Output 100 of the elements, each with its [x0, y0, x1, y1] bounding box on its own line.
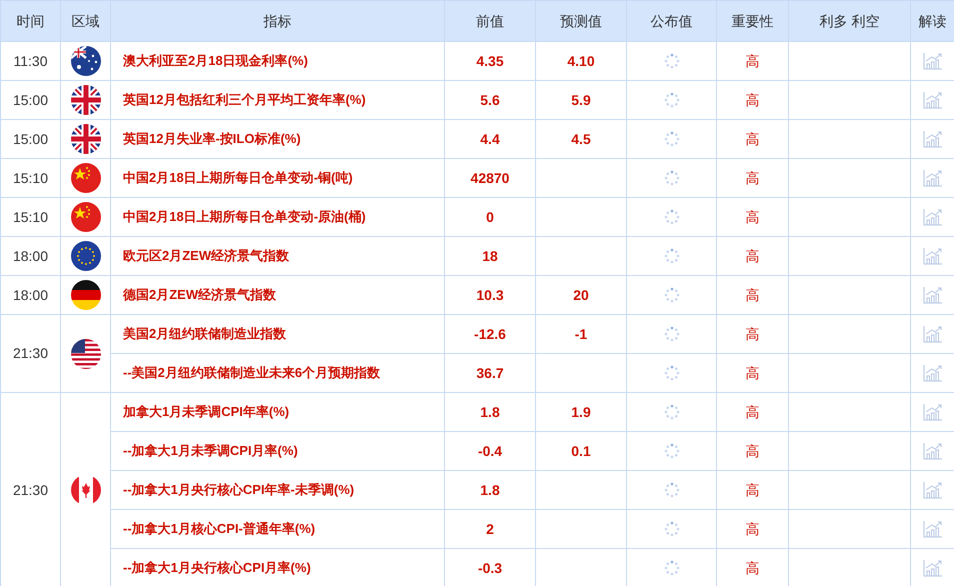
loading-icon [664, 53, 680, 69]
column-header: 利多 利空 [788, 0, 910, 42]
importance-text: 高 [746, 170, 760, 186]
column-header: 区域 [60, 0, 110, 42]
time-text: 15:00 [12, 92, 48, 108]
previous-value: -12.6 [474, 326, 506, 342]
column-header: 重要性 [716, 0, 788, 42]
previous-value: 4.4 [480, 130, 500, 146]
loading-icon [664, 287, 680, 303]
importance-text: 高 [746, 560, 760, 576]
loading-icon [664, 482, 680, 498]
previous-value: 18 [482, 248, 498, 264]
forecast-value: 4.5 [571, 130, 591, 146]
time-text: 15:10 [12, 170, 48, 186]
previous-value: 1.8 [480, 404, 500, 420]
indicator-text: --加拿大1月核心CPI-普通年率(%) [123, 521, 316, 536]
chart-icon[interactable] [922, 442, 942, 460]
column-header: 公布值 [626, 0, 716, 42]
flag-icon [70, 124, 100, 154]
loading-icon [664, 560, 680, 576]
indicator-text: 澳大利亚至2月18日现金利率(%) [123, 53, 308, 68]
chart-icon[interactable] [922, 286, 942, 304]
importance-text: 高 [746, 326, 760, 342]
indicator-text: 中国2月18日上期所每日仓单变动-原油(桶) [123, 209, 366, 224]
previous-value: 0 [486, 208, 494, 224]
time-text: 18:00 [12, 286, 48, 302]
column-header: 指标 [110, 0, 444, 42]
importance-text: 高 [746, 52, 760, 68]
forecast-value: 5.9 [571, 92, 591, 108]
time-text: 18:00 [12, 248, 48, 264]
loading-icon [664, 326, 680, 342]
chart-icon[interactable] [922, 130, 942, 148]
loading-icon [664, 404, 680, 420]
previous-value: -0.4 [478, 442, 502, 458]
loading-icon [664, 521, 680, 537]
indicator-text: 加拿大1月未季调CPI年率(%) [123, 404, 290, 420]
chart-icon[interactable] [922, 52, 942, 70]
indicator-text: 英国12月失业率-按ILO标准(%) [123, 131, 301, 146]
chart-icon[interactable] [922, 520, 942, 538]
indicator-text: 欧元区2月ZEW经济景气指数 [123, 248, 290, 264]
indicator-text: 英国12月包括红利三个月平均工资年率(%) [123, 92, 366, 108]
column-header: 时间 [0, 0, 60, 42]
column-header: 前值 [444, 0, 536, 42]
importance-text: 高 [746, 208, 760, 224]
indicator-text: --加拿大1月未季调CPI月率(%) [123, 443, 298, 458]
column-header: 预测值 [536, 0, 626, 42]
indicator-text: --加拿大1月央行核心CPI月率(%) [123, 560, 311, 576]
indicator-text: --美国2月纽约联储制造业未来6个月预期指数 [123, 365, 380, 380]
time-text: 15:00 [12, 130, 48, 146]
chart-icon[interactable] [922, 559, 942, 577]
indicator-text: 中国2月18日上期所每日仓单变动-铜(吨) [123, 170, 353, 186]
chart-icon[interactable] [922, 481, 942, 499]
importance-text: 高 [746, 404, 760, 420]
flag-icon [70, 163, 100, 193]
previous-value: 36.7 [476, 364, 504, 380]
previous-value: -0.3 [478, 560, 502, 576]
chart-icon[interactable] [922, 325, 942, 343]
chart-icon[interactable] [922, 247, 942, 265]
previous-value: 2 [486, 520, 494, 536]
chart-icon[interactable] [922, 91, 942, 109]
forecast-value: -1 [574, 326, 588, 342]
forecast-value: 4.10 [567, 52, 595, 68]
column-header: 解读 [910, 0, 954, 42]
loading-icon [664, 131, 680, 147]
previous-value: 42870 [470, 170, 510, 186]
loading-icon [664, 170, 680, 186]
loading-icon [664, 209, 680, 225]
chart-icon[interactable] [922, 208, 942, 226]
loading-icon [664, 365, 680, 381]
flag-icon [70, 475, 100, 505]
previous-value: 1.8 [480, 482, 500, 498]
chart-icon[interactable] [922, 403, 942, 421]
importance-text: 高 [746, 364, 760, 380]
indicator-text: 德国2月ZEW经济景气指数 [123, 287, 276, 302]
indicator-text: --加拿大1月央行核心CPI年率-未季调(%) [123, 482, 354, 498]
flag-icon [70, 338, 100, 368]
time-text: 21:30 [12, 482, 48, 498]
time-text: 15:10 [12, 208, 48, 224]
indicator-text: 美国2月纽约联储制造业指数 [123, 326, 286, 342]
flag-icon [70, 241, 100, 271]
time-text: 21:30 [12, 345, 48, 361]
flag-icon [70, 85, 100, 115]
loading-icon [664, 443, 680, 459]
chart-icon[interactable] [922, 169, 942, 187]
flag-icon [70, 202, 100, 232]
previous-value: 5.6 [480, 92, 500, 108]
time-text: 11:30 [14, 52, 48, 68]
forecast-value: 20 [573, 286, 589, 302]
forecast-value: 0.1 [571, 442, 591, 458]
importance-text: 高 [746, 130, 760, 146]
loading-icon [664, 92, 680, 108]
importance-text: 高 [746, 92, 760, 108]
chart-icon[interactable] [922, 364, 942, 382]
loading-icon [664, 248, 680, 264]
previous-value: 10.3 [476, 286, 504, 302]
forecast-value: 1.9 [571, 404, 591, 420]
importance-text: 高 [746, 442, 760, 458]
importance-text: 高 [746, 248, 760, 264]
flag-icon [70, 280, 100, 310]
importance-text: 高 [746, 482, 760, 498]
